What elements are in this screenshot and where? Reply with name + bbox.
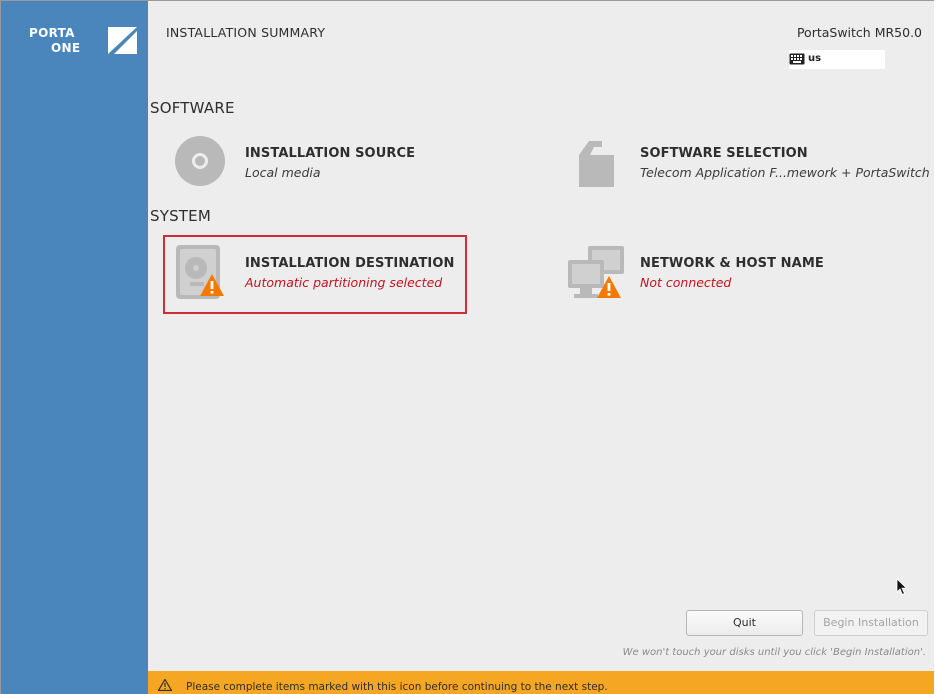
spoke-network-host-name[interactable]: NETWORK & HOST NAME Not connected [566,244,934,314]
keyboard-layout-indicator[interactable]: us [789,50,885,69]
sidebar: PORTA ONE [1,1,148,694]
logo-mark-icon [108,27,137,54]
warning-bar: Please complete items marked with this i… [148,671,934,694]
spoke-status: Telecom Application F...mework + PortaSw… [640,165,930,180]
spoke-title: SOFTWARE SELECTION [640,146,808,161]
spoke-title: INSTALLATION SOURCE [245,146,416,161]
warning-icon [200,274,224,296]
keyboard-layout-label: us [808,53,822,64]
quit-button[interactable]: Quit [686,610,803,636]
spoke-installation-source[interactable]: INSTALLATION SOURCE Local media [174,135,504,205]
spoke-status: Not connected [640,275,732,290]
main-hub: INSTALLATION SUMMARY PortaSwitch MR50.0 … [148,1,934,694]
warning-bar-message: Please complete items marked with this i… [186,681,608,693]
section-heading-software: SOFTWARE [150,99,235,117]
package-icon [579,141,614,187]
spoke-software-selection[interactable]: SOFTWARE SELECTION Telecom Application F… [576,135,934,205]
spoke-status: Local media [245,165,321,180]
product-version: PortaSwitch MR50.0 [796,25,922,40]
keyboard-icon [789,53,805,65]
page-title: INSTALLATION SUMMARY [166,25,326,40]
spoke-status: Automatic partitioning selected [245,275,443,290]
begin-installation-button[interactable]: Begin Installation [814,610,928,636]
spoke-title: INSTALLATION DESTINATION [245,256,455,271]
warning-icon [597,276,621,298]
portaone-logo: PORTA ONE [29,27,137,61]
logo-text-porta: PORTA [29,26,75,40]
warning-icon [158,679,172,691]
mouse-cursor-icon [896,578,908,596]
spoke-title: NETWORK & HOST NAME [640,256,824,271]
section-heading-system: SYSTEM [150,207,211,225]
optical-disc-icon [175,136,225,186]
logo-text-one: ONE [51,41,81,55]
spoke-installation-destination[interactable]: INSTALLATION DESTINATION Automatic parti… [174,244,464,314]
disk-safety-hint: We won't touch your disks until you clic… [622,647,926,658]
